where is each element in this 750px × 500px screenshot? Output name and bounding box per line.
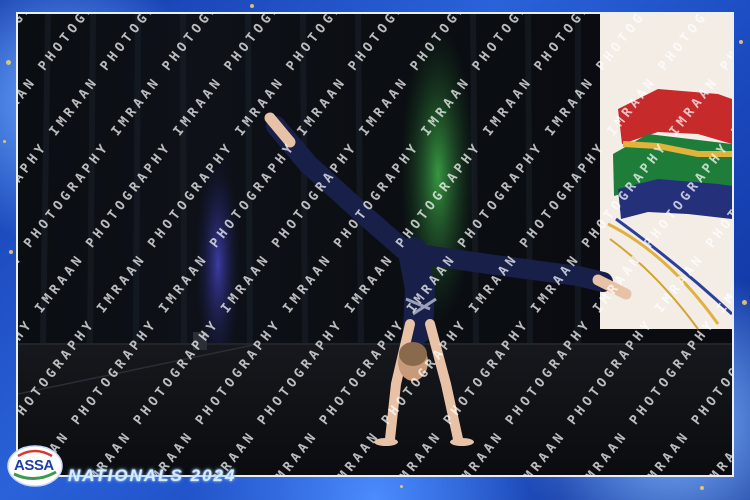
performance-photo: IMRAAN PHOTOGRAPHY IMRAAN PHOTOGRAPHY IM… [16,12,734,477]
logo-label: ASSA [14,457,54,474]
stage-scene [18,14,732,475]
photo-frame: IMRAAN PHOTOGRAPHY IMRAAN PHOTOGRAPHY IM… [0,0,750,500]
event-title: NATIONALS 2024 [68,466,237,485]
